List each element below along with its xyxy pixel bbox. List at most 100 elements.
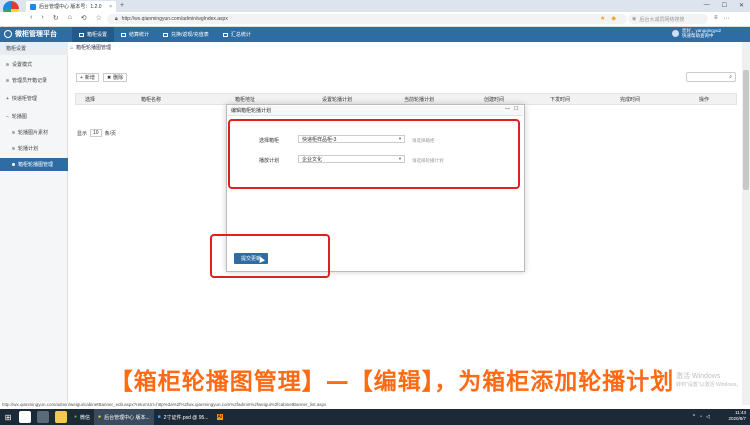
sidebar-item-locker[interactable]: + 快递柜管理 — [0, 92, 68, 105]
sidebar-item-label: 箱柜轮播图管理 — [18, 162, 54, 168]
brand-name: 微柜管理平台 — [15, 31, 57, 38]
sidebar-item-admin-log[interactable]: 管理员开箱记录 — [0, 74, 68, 87]
clock-date: 2020/8/7 — [728, 416, 746, 421]
brand-logo: 微柜管理平台 — [4, 29, 57, 39]
add-button[interactable]: + 新增 — [76, 73, 99, 82]
photoshop-icon: ■ — [157, 414, 161, 420]
maximize-icon[interactable]: ☐ — [722, 2, 727, 9]
new-tab-icon[interactable]: + — [120, 2, 124, 9]
scroll-thumb[interactable] — [743, 70, 749, 190]
sidebar-item-label: 设置模式 — [12, 62, 33, 68]
topnav-settlement[interactable]: 结算统计 — [114, 27, 156, 42]
exchange-icon — [163, 32, 169, 37]
bookmark-icon[interactable]: ☆ — [96, 14, 102, 22]
sidebar-item-banner-plan[interactable]: 轮播计划 — [0, 142, 68, 155]
sidebar-item-mode[interactable]: 设置模式 — [0, 58, 68, 71]
forward-icon[interactable]: › — [41, 14, 43, 22]
breadcrumb: ⌂ 箱柜轮播图管理 — [70, 44, 112, 52]
chart-icon — [121, 32, 127, 37]
windows-start-icon[interactable]: ⊞ — [0, 409, 16, 425]
search-icon[interactable]: ⌕ — [729, 74, 732, 80]
url-text: http://wx.qianmingyun.com/admin/wgIndex.… — [121, 16, 228, 22]
modal-minimize-icon[interactable]: — — [505, 106, 510, 112]
highlight-box-submit — [210, 234, 330, 278]
col-name: 箱柜名称 — [140, 96, 161, 103]
extension-icon[interactable]: ◆ — [611, 15, 616, 22]
taskbar-clock[interactable]: 11:43 2020/8/7 — [728, 410, 746, 422]
history-icon[interactable]: ⟲ — [81, 14, 87, 22]
topnav-exchange[interactable]: 兑换/返现/充值表 — [156, 27, 216, 42]
user-help: 快速帮助查询中 — [682, 33, 714, 38]
folder-icon[interactable] — [55, 411, 67, 423]
pager-show-label: 显示 — [77, 130, 88, 137]
sidebar-item-label: 轮播图 — [11, 114, 27, 120]
brand-icon — [4, 30, 12, 38]
taskbar-illustrator[interactable]: Ai — [213, 409, 227, 425]
page-size-select[interactable]: 10 — [90, 129, 102, 137]
modal-title-text: 编辑箱柜轮播计划 — [231, 108, 272, 114]
browser-nav: ‹ › ↻ ⌂ ⟲ ☆ — [30, 14, 102, 22]
close-tab-icon[interactable]: × — [109, 4, 112, 10]
browser-icon: ● — [98, 414, 102, 420]
taskbar-browser[interactable]: ● 后台管理中心 版本... — [94, 409, 154, 425]
bullet-icon — [12, 131, 15, 134]
system-tray: ^ ◔ ◁ — [693, 414, 710, 420]
illustrator-icon: Ai — [216, 414, 223, 420]
bullet-icon — [12, 147, 15, 150]
toolbar: + 新增 ✖ 删除 — [76, 73, 128, 82]
modal-maximize-icon[interactable]: ☐ — [514, 106, 518, 112]
sidebar-header-label: 箱柜设置 — [6, 46, 27, 52]
taskbar-app-label: 后台管理中心 版本... — [104, 414, 150, 421]
col-current-plan: 当前轮播计划 — [403, 96, 434, 103]
browser-tab[interactable]: 后台管理中心 版本号：1.2.0 × — [26, 1, 116, 12]
search-input[interactable]: ⌕ — [686, 72, 736, 82]
pager: 显示 10 条/页 — [77, 129, 116, 137]
menu-icon[interactable]: ≡ — [714, 15, 718, 22]
minimize-icon[interactable]: — — [704, 2, 710, 9]
col-issued: 下发时间 — [549, 96, 570, 103]
chevron-up-icon[interactable]: ^ — [693, 414, 695, 420]
topnav-cabinet-settings[interactable]: 箱柜设置 — [72, 27, 115, 42]
sidebar-item-label: 管理员开箱记录 — [12, 78, 48, 84]
breadcrumb-label: 箱柜轮播图管理 — [76, 45, 112, 51]
window-controls: — ☐ ✕ — [704, 2, 744, 9]
back-icon[interactable]: ‹ — [30, 14, 32, 22]
browser-search-input[interactable]: ◉ 后台大减员网络搜搜 — [628, 14, 708, 24]
taskbar-wechat[interactable]: ● 微信 — [70, 409, 94, 425]
star-icon[interactable]: ★ — [600, 15, 605, 22]
sidebar-item-label: 轮播图片素材 — [18, 130, 49, 136]
reload-icon[interactable]: ↻ — [53, 14, 59, 22]
add-label: 新增 — [84, 75, 95, 81]
more-icon[interactable]: ⋯ — [724, 15, 730, 22]
search-engine-icon: ◉ — [632, 16, 637, 22]
topnav-label: 结算统计 — [129, 32, 150, 38]
user-info[interactable]: 您好，yangqingyu2 快速帮助查询中 — [672, 28, 721, 38]
home-icon[interactable]: ⌂ — [68, 14, 72, 22]
network-icon[interactable]: ◔ — [699, 414, 702, 420]
taskview-icon[interactable] — [37, 411, 49, 423]
search-icon[interactable] — [19, 411, 31, 423]
modal-controls: — ☐ — [505, 106, 518, 112]
sidebar-item-banner[interactable]: − 轮播图 — [0, 110, 68, 123]
collapse-icon: − — [6, 113, 9, 120]
volume-icon[interactable]: ◁ — [706, 414, 710, 420]
browser-menu: ≡ ⋯ — [714, 15, 730, 22]
status-url: http://wx.qianmingyun.com/admin/weigui/c… — [0, 402, 327, 409]
delete-label: 删除 — [113, 75, 124, 81]
summary-icon — [222, 32, 228, 37]
sidebar-item-banner-material[interactable]: 轮播图片素材 — [0, 126, 68, 139]
sidebar-item-cabinet-banner[interactable]: 箱柜轮播图管理 — [0, 158, 68, 171]
taskbar-photoshop[interactable]: ■ 2寸证件.psd @ 95... — [154, 409, 213, 425]
pager-unit-label: 条/页 — [104, 130, 116, 137]
close-window-icon[interactable]: ✕ — [739, 2, 744, 9]
home-icon[interactable]: ⌂ — [70, 45, 73, 51]
topnav-summary[interactable]: 汇总统计 — [216, 27, 258, 42]
wechat-icon: ● — [74, 414, 78, 420]
taskbar: ⊞ ● 微信 ● 后台管理中心 版本... ■ 2寸证件.psd @ 95... Ai — [0, 409, 750, 425]
url-field[interactable]: 🔒︎ http://wx.qianmingyun.com/admin/wgInd… — [107, 14, 627, 24]
delete-button[interactable]: ✖ 删除 — [102, 73, 128, 82]
tab-favicon-icon — [30, 3, 36, 10]
col-finished: 完成时间 — [619, 96, 640, 103]
highlight-box-form — [228, 119, 520, 189]
col-created: 创建时间 — [483, 96, 504, 103]
